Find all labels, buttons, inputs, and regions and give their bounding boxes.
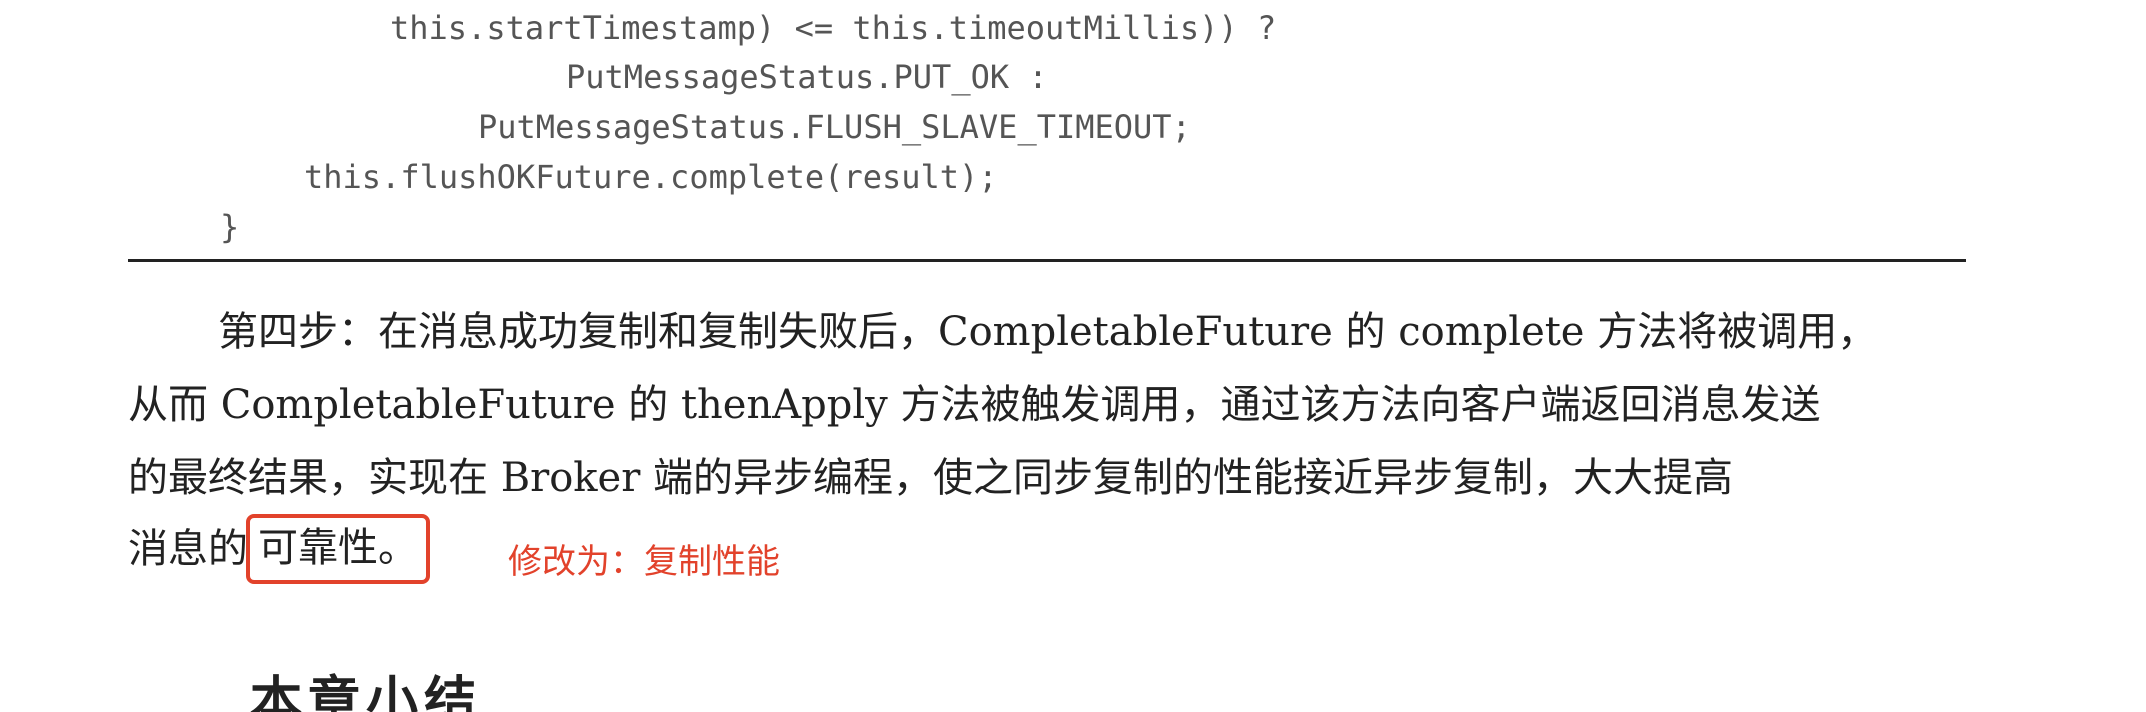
correction-annotation: 修改为：复制性能 <box>508 542 780 582</box>
paragraph-line-4: 消息的 可靠性。 <box>128 514 430 584</box>
section-divider <box>128 259 1966 262</box>
code-block: this.startTimestamp) <= this.timeoutMill… <box>0 0 2146 260</box>
paragraph-line-1: 第四步：在消息成功复制和复制失败后，CompletableFuture 的 co… <box>218 309 1878 355</box>
code-line-5: } <box>220 208 240 246</box>
code-line-1: this.startTimestamp) <= this.timeoutMill… <box>390 9 1277 47</box>
paragraph-line-4-prefix: 消息的 <box>128 526 248 572</box>
code-line-4: this.flushOKFuture.complete(result); <box>304 158 998 196</box>
paragraph-line-2: 从而 CompletableFuture 的 thenApply 方法被触发调用… <box>128 382 1821 428</box>
next-heading-text: 本章小结 <box>250 672 483 712</box>
highlighted-phrase: 可靠性。 <box>246 514 430 584</box>
code-line-2: PutMessageStatus.PUT_OK : <box>566 58 1048 96</box>
document-page: this.startTimestamp) <= this.timeoutMill… <box>0 0 2146 712</box>
next-heading-cropped: 本章小结 <box>250 672 570 712</box>
paragraph-line-3: 的最终结果，实现在 Broker 端的异步编程，使之同步复制的性能接近异步复制，… <box>128 455 1734 501</box>
code-line-3: PutMessageStatus.FLUSH_SLAVE_TIMEOUT; <box>478 108 1191 146</box>
